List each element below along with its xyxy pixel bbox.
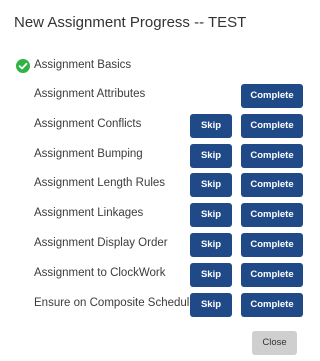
step-label: Assignment Basics xyxy=(34,59,132,71)
step-label: Assignment Linkages xyxy=(34,207,144,219)
step-label: Assignment Conflicts xyxy=(34,118,142,130)
complete-button[interactable]: Complete xyxy=(241,263,303,287)
step-label: Assignment Attributes xyxy=(34,88,146,100)
skip-button[interactable]: Skip xyxy=(190,293,232,317)
step-row-assignment-basics: Assignment Basics xyxy=(0,55,317,79)
step-label: Ensure on Composite Schedules xyxy=(34,297,202,309)
skip-button[interactable]: Skip xyxy=(190,173,232,197)
step-row-assignment-length-rules: Assignment Length Rules Skip Complete xyxy=(0,173,317,197)
skip-button[interactable]: Skip xyxy=(190,263,232,287)
skip-button[interactable]: Skip xyxy=(190,203,232,227)
complete-button[interactable]: Complete xyxy=(241,144,303,168)
complete-button[interactable]: Complete xyxy=(241,114,303,138)
step-row-assignment-bumping: Assignment Bumping Skip Complete xyxy=(0,144,317,168)
step-row-assignment-to-clockwork: Assignment to ClockWork Skip Complete xyxy=(0,263,317,287)
complete-button[interactable]: Complete xyxy=(241,203,303,227)
skip-button[interactable]: Skip xyxy=(190,114,232,138)
step-label: Assignment Bumping xyxy=(34,148,143,160)
complete-button[interactable]: Complete xyxy=(241,173,303,197)
step-label: Assignment to ClockWork xyxy=(34,267,166,279)
step-row-assignment-display-order: Assignment Display Order Skip Complete xyxy=(0,233,317,257)
check-circle-icon xyxy=(16,59,30,73)
complete-button[interactable]: Complete xyxy=(241,84,303,108)
complete-button[interactable]: Complete xyxy=(241,233,303,257)
step-row-assignment-conflicts: Assignment Conflicts Skip Complete xyxy=(0,114,317,138)
step-row-assignment-attributes: Assignment Attributes Complete xyxy=(0,84,317,108)
complete-button[interactable]: Complete xyxy=(241,293,303,317)
skip-button[interactable]: Skip xyxy=(190,233,232,257)
skip-button[interactable]: Skip xyxy=(190,144,232,168)
dialog-title: New Assignment Progress -- TEST xyxy=(14,14,247,31)
step-label: Assignment Display Order xyxy=(34,237,168,249)
step-label: Assignment Length Rules xyxy=(34,177,166,189)
close-button[interactable]: Close xyxy=(252,331,297,355)
step-row-ensure-on-composite-schedules: Ensure on Composite Schedules Skip Compl… xyxy=(0,293,317,317)
step-row-assignment-linkages: Assignment Linkages Skip Complete xyxy=(0,203,317,227)
assignment-progress-dialog: New Assignment Progress -- TEST Assignme… xyxy=(0,0,317,361)
